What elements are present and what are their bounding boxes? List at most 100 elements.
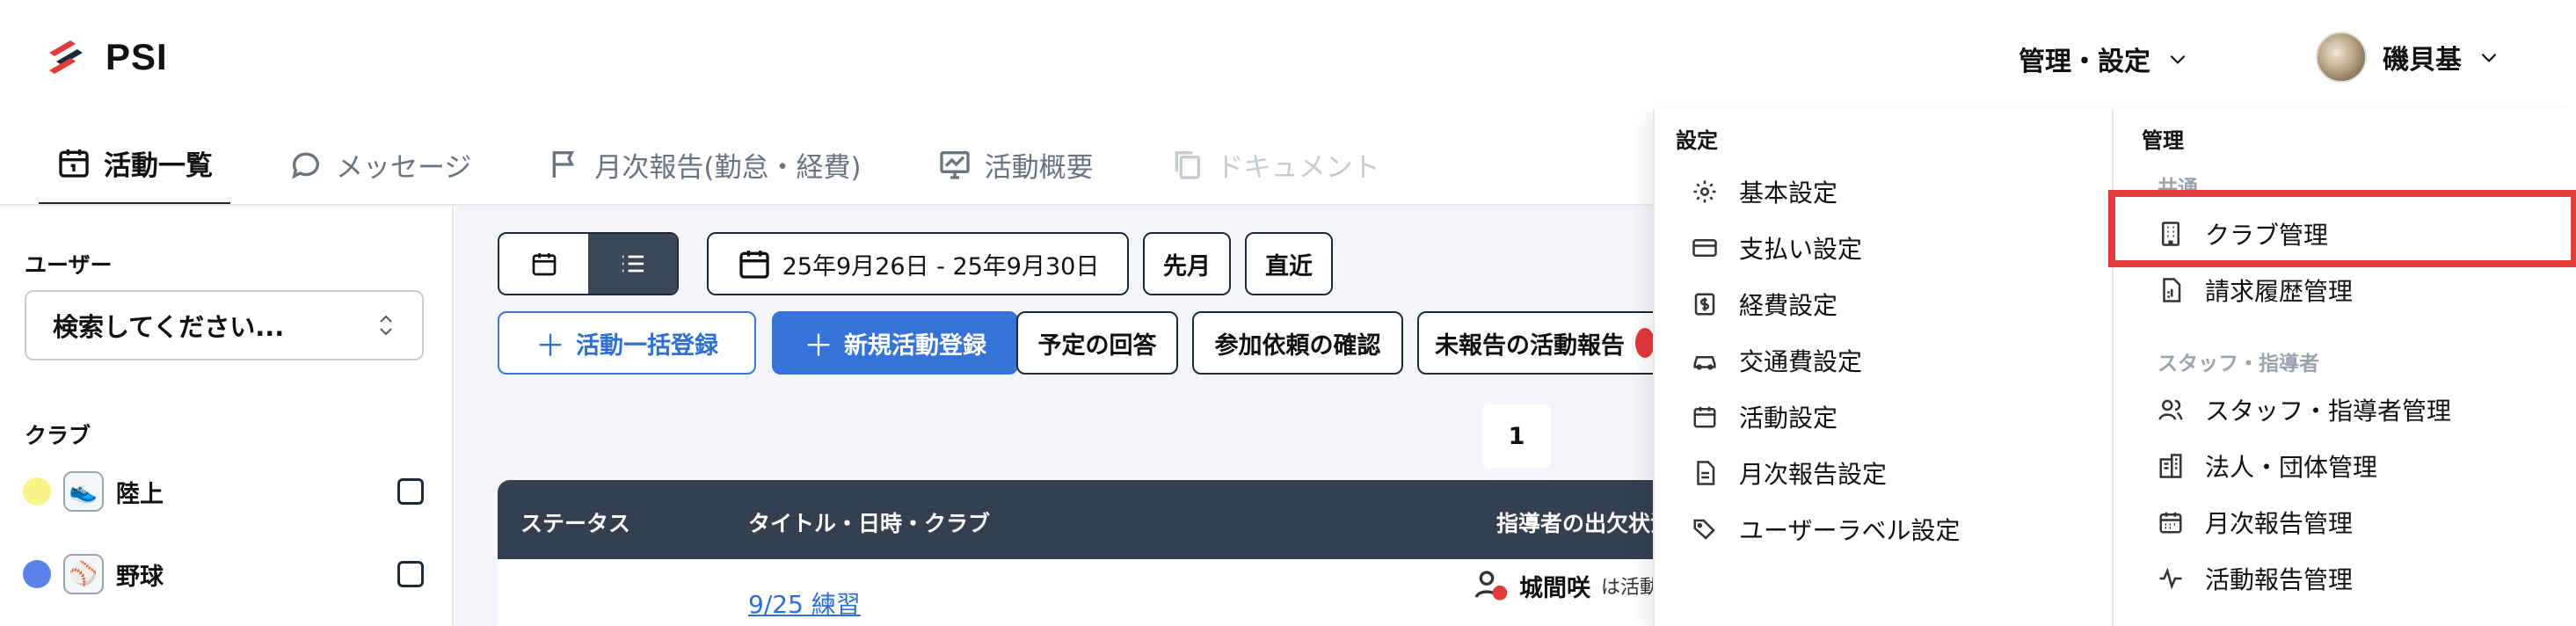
dropdown-divider — [2112, 109, 2114, 626]
activity-title-link[interactable]: 9/25 練習 — [748, 586, 861, 621]
admin-heading: 管理 — [2142, 128, 2184, 153]
dollar-receipt-icon — [1694, 293, 1715, 316]
admin-settings-menu[interactable]: 管理・設定 — [2019, 35, 2189, 83]
tab-documents[interactable]: ドキュメント — [1152, 123, 1398, 206]
baseball-icon: ⚾ — [63, 554, 104, 594]
menu-item-user-label-settings[interactable]: ユーザーラベル設定 — [1692, 508, 1960, 550]
table-row: 9/25 練習 城間咲 は活動 — [498, 559, 1816, 626]
tab-activity-overview[interactable]: 活動概要 — [920, 123, 1111, 206]
menu-item-label: 請求履歴管理 — [2205, 277, 2354, 306]
club-name: 野球 — [116, 563, 164, 591]
new-activity-button[interactable]: ＋ 新規活動登録 — [772, 311, 1018, 375]
club-filter-label: クラブ — [25, 423, 91, 448]
menu-item-payment-settings[interactable]: 支払い設定 — [1692, 227, 1862, 269]
credit-card-icon — [1692, 239, 1717, 257]
filter-sidebar: ユーザー 検索してください... クラブ 👟 陸上 ⚾ 野球 — [0, 206, 454, 626]
coach-attendance-cell: 城間咲 は活動 — [1474, 568, 1659, 603]
bulk-register-button[interactable]: ＋ 活動一括登録 — [498, 311, 756, 375]
menu-item-expense-settings[interactable]: 経費設定 — [1692, 283, 1837, 325]
document-icon — [1697, 461, 1715, 485]
admin-settings-dropdown: 設定 基本設定 支払い設定 経費設定 交通費設定 活動設定 月次報告設定 ユーザ… — [1653, 109, 2576, 626]
bulk-register-label: 活動一括登録 — [576, 331, 718, 360]
table-header: ステータス タイトル・日時・クラブ 指導者の出欠状況 — [498, 480, 1816, 559]
users-icon — [2158, 399, 2183, 420]
menu-item-activity-report-management[interactable]: 活動報告管理 — [2158, 557, 2353, 600]
top-header: PSI 管理・設定 磯貝基 — [0, 0, 2576, 114]
menu-item-label: スタッフ・指導者管理 — [2205, 397, 2452, 426]
menu-item-billing-history[interactable]: 請求履歴管理 — [2158, 269, 2353, 311]
coach-name: 城間咲 — [1519, 574, 1590, 602]
club-item-baseball[interactable]: ⚾ 野球 — [23, 554, 424, 594]
tab-activities[interactable]: 活動一覧 — [39, 123, 230, 206]
menu-item-label: ユーザーラベル設定 — [1739, 516, 1961, 545]
last-month-button[interactable]: 先月 — [1143, 232, 1231, 295]
club-name: 陸上 — [116, 480, 164, 508]
activity-table: ステータス タイトル・日時・クラブ 指導者の出欠状況 9/25 練習 城間咲 は… — [498, 480, 1816, 626]
schedule-response-button[interactable]: 予定の回答 — [1016, 311, 1178, 375]
user-name: 磯貝基 — [2383, 45, 2462, 76]
new-activity-label: 新規活動登録 — [844, 331, 986, 360]
club-color-dot — [23, 477, 51, 506]
confirm-participation-button[interactable]: 参加依頼の確認 — [1192, 311, 1403, 375]
club-checkbox[interactable] — [397, 478, 424, 505]
calendar-icon — [59, 149, 89, 178]
brand-logo[interactable]: PSI — [44, 35, 168, 79]
chart-monitor-icon — [939, 151, 970, 179]
user-select-placeholder: 検索してください... — [53, 312, 285, 342]
chevron-down-icon — [2170, 55, 2186, 64]
pagination-page[interactable]: 1 — [1482, 404, 1551, 468]
plus-icon: ＋ — [535, 328, 565, 364]
list-view-button[interactable] — [588, 234, 677, 294]
unreported-activities-button[interactable]: 未報告の活動報告 — [1417, 311, 1672, 375]
menu-item-label: 月次報告設定 — [1739, 460, 1888, 489]
copy-document-icon — [1175, 151, 1200, 179]
chat-bubble-icon — [292, 152, 319, 179]
menu-item-monthly-report-management[interactable]: 月次報告管理 — [2158, 501, 2353, 543]
club-item-athletics[interactable]: 👟 陸上 — [23, 471, 424, 512]
date-range-text: 25年9月26日 - 25年9月30日 — [782, 252, 1100, 280]
calendar-icon — [532, 253, 556, 276]
calendar-view-button[interactable] — [499, 234, 588, 294]
menu-item-label: 支払い設定 — [1739, 235, 1863, 264]
header-title: タイトル・日時・クラブ — [748, 511, 991, 536]
user-search-select[interactable]: 検索してください... — [25, 290, 424, 360]
user-message-icon — [1474, 571, 1508, 601]
notification-badge — [1635, 328, 1655, 358]
view-toggle — [498, 232, 679, 295]
menu-item-label: 月次報告管理 — [2205, 509, 2354, 538]
tab-monthly-report[interactable]: 月次報告(勤怠・経費) — [529, 123, 878, 206]
tab-label: メッセージ — [336, 151, 472, 184]
unreported-label: 未報告の活動報告 — [1435, 331, 1625, 360]
menu-item-organization-management[interactable]: 法人・団体管理 — [2158, 445, 2377, 487]
chevron-up-down-icon — [380, 315, 392, 336]
chevron-down-icon — [2481, 53, 2497, 62]
menu-item-transport-settings[interactable]: 交通費設定 — [1692, 339, 1862, 382]
menu-item-label: 活動設定 — [1739, 404, 1838, 433]
header-status: ステータス — [520, 511, 631, 536]
menu-item-monthly-report-settings[interactable]: 月次報告設定 — [1692, 452, 1887, 494]
menu-item-activity-settings[interactable]: 活動設定 — [1692, 396, 1837, 438]
club-checkbox[interactable] — [397, 561, 424, 587]
invoice-icon — [2163, 278, 2181, 302]
tags-icon — [1693, 519, 1715, 540]
tab-label: ドキュメント — [1216, 151, 1380, 184]
gear-icon — [1693, 180, 1716, 203]
date-range-picker[interactable]: 25年9月26日 - 25年9月30日 — [707, 232, 1129, 295]
club-color-dot — [23, 560, 51, 588]
menu-item-label: 交通費設定 — [1739, 347, 1863, 376]
menu-item-basic-settings[interactable]: 基本設定 — [1692, 171, 1837, 213]
tab-messages[interactable]: メッセージ — [271, 123, 489, 206]
tab-label: 活動一覧 — [104, 149, 213, 182]
car-icon — [1693, 356, 1716, 370]
calendar-grid-icon — [2159, 512, 2182, 534]
recent-button[interactable]: 直近 — [1245, 232, 1333, 295]
menu-item-label: 法人・団体管理 — [2205, 453, 2378, 482]
menu-item-label: 基本設定 — [1739, 178, 1838, 207]
activity-pulse-icon — [2159, 567, 2182, 590]
user-menu[interactable]: 磯貝基 — [2316, 30, 2500, 84]
calendar-icon — [1693, 406, 1716, 428]
avatar — [2316, 32, 2367, 83]
brand-name: PSI — [106, 36, 168, 77]
user-filter-label: ユーザー — [25, 252, 113, 278]
menu-item-staff-management[interactable]: スタッフ・指導者管理 — [2158, 389, 2451, 431]
